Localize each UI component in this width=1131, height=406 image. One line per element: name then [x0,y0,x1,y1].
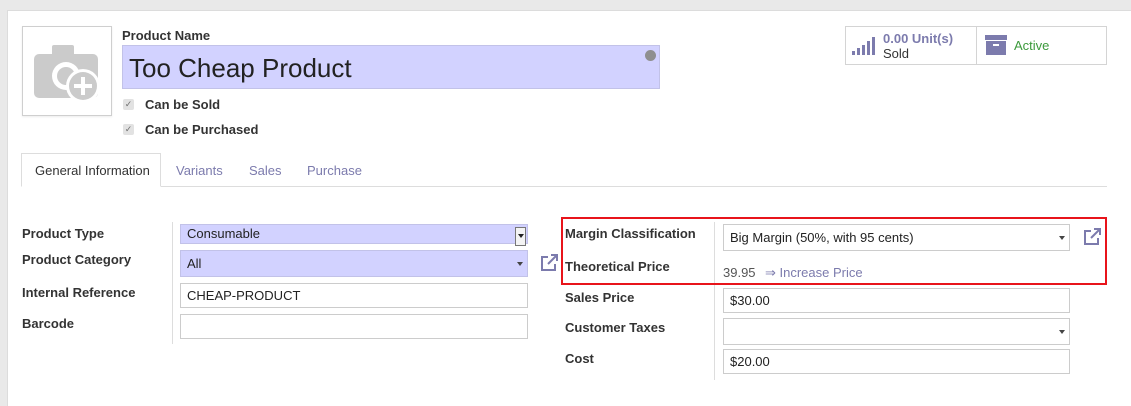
product-category-label: Product Category [22,252,132,267]
left-column-separator [172,222,173,344]
units-sold-caption: Sold [883,46,910,61]
product-name-label: Product Name [122,28,211,43]
customer-taxes-select[interactable] [723,318,1070,345]
select-arrow-box [515,227,526,246]
product-category-value: All [187,256,202,271]
highlight-annotation-box [561,217,1107,285]
can-be-purchased-label: Can be Purchased [145,122,259,137]
product-image-upload[interactable] [22,26,112,116]
external-link-icon[interactable] [539,253,559,273]
product-type-label: Product Type [22,226,105,241]
translate-globe-icon[interactable] [645,50,656,61]
active-status-label: Active [1014,38,1050,53]
internal-reference-label: Internal Reference [22,285,136,300]
product-name-value: Too Cheap Product [129,53,352,83]
tab-label: General Information [35,163,150,178]
product-type-select[interactable]: Consumable [180,224,528,246]
archive-box-icon [985,35,1007,55]
internal-reference-input[interactable]: CHEAP-PRODUCT [180,283,528,308]
can-be-sold-label: Can be Sold [145,97,221,112]
active-toggle-button[interactable]: Active [977,27,1106,64]
chevron-down-icon [1059,330,1065,334]
tab-baseline [21,186,1107,187]
tab-general-information[interactable]: General Information [21,153,161,187]
can-be-purchased-checkbox[interactable]: ✓ [123,124,134,135]
units-sold-button[interactable]: 0.00 Unit(s) Sold [846,27,976,64]
tab-purchase[interactable]: Purchase [307,163,362,178]
cost-label: Cost [565,351,594,366]
tab-sales[interactable]: Sales [249,163,282,178]
product-name-input[interactable]: Too Cheap Product [122,45,660,89]
customer-taxes-label: Customer Taxes [565,320,666,335]
chevron-down-icon [517,262,523,266]
can-be-sold-checkbox[interactable]: ✓ [123,99,134,110]
barcode-input[interactable] [180,314,528,339]
camera-add-icon [34,45,100,103]
cost-input[interactable]: $20.00 [723,349,1070,374]
units-sold-value: 0.00 Unit(s) [883,31,954,46]
bar-signal-icon [852,37,875,55]
stat-button-bar: 0.00 Unit(s) Sold Active [845,26,1107,65]
sales-price-input[interactable]: $30.00 [723,288,1070,313]
barcode-label: Barcode [22,316,75,331]
tab-variants[interactable]: Variants [176,163,223,178]
product-category-select[interactable]: All [180,250,528,277]
product-type-value: Consumable [187,226,260,241]
sales-price-label: Sales Price [565,290,635,305]
